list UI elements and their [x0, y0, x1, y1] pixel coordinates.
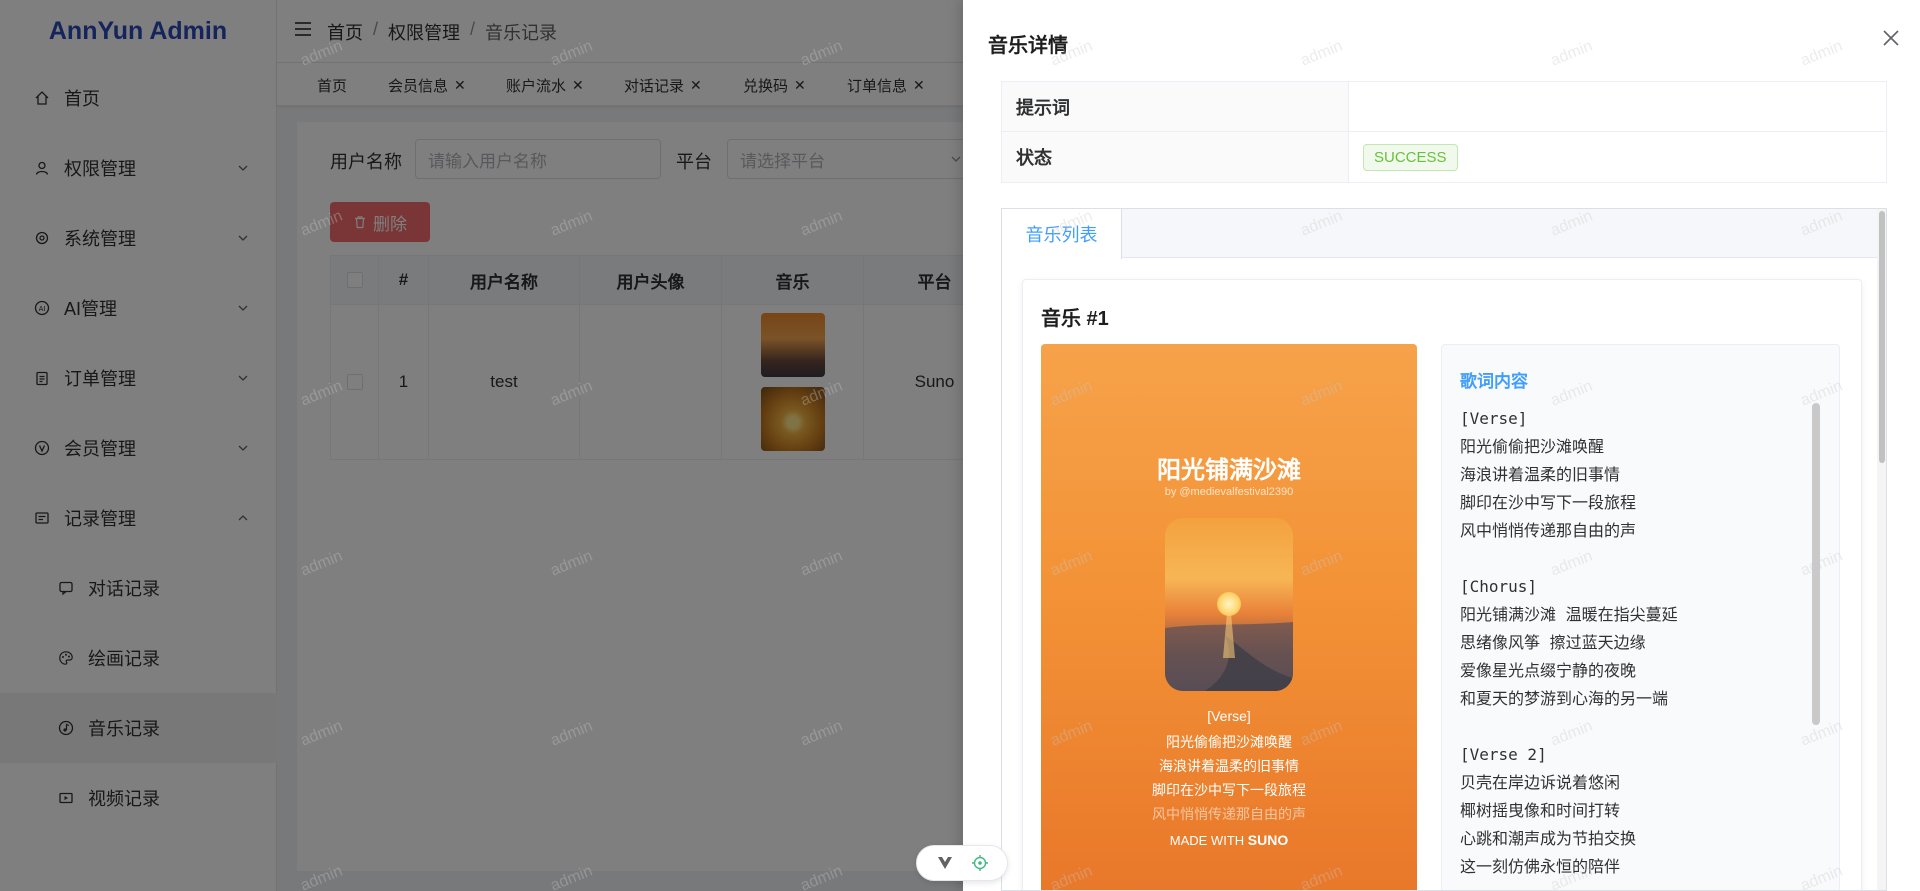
music-tabs: 音乐列表 音乐 #1 阳光铺满沙滩 by @medievalfestival23…: [1001, 208, 1887, 891]
cover-lyric-line: 海浪讲着温柔的旧事情: [1159, 758, 1299, 774]
cover-title: 阳光铺满沙滩: [1157, 457, 1301, 484]
detail-row-prompt: 提示词: [1002, 82, 1886, 132]
lyrics-panel: 歌词内容 [Verse] 阳光偷偷把沙滩唤醒 海浪讲着温柔的旧事情 脚印在沙中写…: [1441, 344, 1840, 890]
status-badge: SUCCESS: [1363, 143, 1458, 171]
cover-lyric-line: [Verse]: [1207, 708, 1251, 724]
vue-devtools-icon[interactable]: [936, 854, 954, 872]
lyrics-scrollbar[interactable]: [1812, 403, 1820, 725]
drawer-title: 音乐详情: [988, 35, 1068, 57]
floating-toolbar: [916, 845, 1008, 881]
music-heading: 音乐 #1: [1041, 308, 1109, 330]
music-cover-image[interactable]: 阳光铺满沙滩 by @medievalfestival2390 [Verse] …: [1041, 344, 1417, 890]
lyrics-title: 歌词内容: [1460, 372, 1528, 391]
scrollbar-thumb[interactable]: [1879, 211, 1885, 463]
suno-brand: SUNO: [1247, 832, 1289, 848]
cover-lyric-line: 阳光偷偷把沙滩唤醒: [1166, 734, 1292, 750]
detail-row-status: 状态 SUCCESS: [1002, 132, 1886, 182]
beach-graphic: [1165, 613, 1293, 691]
cover-made-with: MADE WITH SUNO: [1041, 832, 1417, 848]
cover-lyric-line: 风中悄悄传递那自由的声: [1152, 806, 1306, 822]
prompt-label: 提示词: [1002, 82, 1349, 131]
tab-music-list[interactable]: 音乐列表: [1002, 209, 1122, 259]
prompt-value: [1349, 82, 1886, 131]
cover-author: by @medievalfestival2390: [1164, 486, 1294, 498]
cover-lyric-line: 脚印在沙中写下一段旅程: [1152, 782, 1306, 798]
lyrics-content: [Verse] 阳光偷偷把沙滩唤醒 海浪讲着温柔的旧事情 脚印在沙中写下一段旅程…: [1460, 409, 1678, 876]
close-icon[interactable]: [1881, 28, 1901, 48]
tabs-header: 音乐列表: [1002, 209, 1886, 259]
drawer-overlay[interactable]: [0, 0, 963, 891]
status-value: SUCCESS: [1349, 132, 1886, 182]
target-icon[interactable]: [971, 854, 989, 872]
made-with-text: MADE WITH: [1169, 833, 1245, 848]
status-label: 状态: [1002, 132, 1349, 182]
cover-artwork: [1165, 518, 1293, 691]
music-card: 音乐 #1 阳光铺满沙滩 by @medievalfestival2390 [V…: [1022, 279, 1862, 890]
music-detail-drawer: 音乐详情 提示词 状态 SUCCESS 音乐列表 音乐 #1 阳光铺满沙滩 by…: [963, 0, 1920, 891]
detail-descriptions: 提示词 状态 SUCCESS: [1001, 81, 1887, 183]
